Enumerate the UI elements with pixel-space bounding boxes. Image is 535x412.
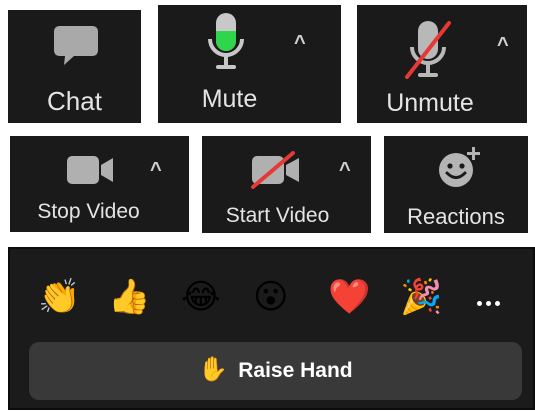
unmute-label: Unmute — [386, 89, 474, 117]
chat-bubble-icon — [54, 26, 98, 65]
smiley-add-icon — [439, 147, 480, 187]
stop-video-button[interactable]: ^ Stop Video — [10, 136, 189, 232]
reactions-label: Reactions — [407, 204, 505, 229]
stop-video-options-caret[interactable]: ^ — [150, 160, 162, 180]
open-mouth-emoji[interactable]: 😮 — [253, 277, 288, 317]
raised-hand-icon: ✋ — [198, 356, 229, 383]
unmute-options-caret[interactable]: ^ — [497, 35, 509, 55]
clapping-hands-emoji[interactable]: 👏 — [38, 277, 80, 317]
reactions-panel: 👏 👍 😂 😮 ❤️ 🎉 ✋ Raise Hand — [8, 247, 535, 410]
chat-button[interactable]: Chat — [8, 10, 141, 123]
mute-button[interactable]: ^ Mute — [158, 5, 341, 123]
mute-label: Mute — [201, 85, 258, 113]
microphone-icon — [208, 13, 244, 69]
stop-video-label: Stop Video — [37, 200, 140, 223]
raise-hand-button[interactable]: ✋ Raise Hand — [29, 342, 522, 400]
thumbs-up-emoji[interactable]: 👍 — [108, 277, 150, 317]
party-popper-emoji[interactable]: 🎉 — [400, 277, 442, 317]
red-heart-emoji[interactable]: ❤️ — [328, 277, 370, 317]
raise-hand-label: Raise Hand — [238, 359, 353, 382]
zoom-controls-screenshot: { "controls": { "chat": { "label": "Chat… — [0, 0, 535, 412]
start-video-options-caret[interactable]: ^ — [339, 160, 351, 180]
unmute-button[interactable]: ^ Unmute — [357, 5, 527, 123]
reactions-button[interactable]: Reactions — [384, 136, 528, 233]
more-horizontal-icon[interactable] — [477, 293, 504, 311]
video-camera-icon — [67, 156, 113, 184]
start-video-button[interactable]: ^ Start Video — [202, 136, 371, 233]
chat-label: Chat — [47, 86, 102, 116]
tears-of-joy-emoji[interactable]: 😂 — [181, 277, 221, 317]
start-video-label: Start Video — [225, 204, 330, 227]
video-camera-off-icon — [251, 151, 299, 189]
mute-options-caret[interactable]: ^ — [294, 33, 306, 53]
microphone-muted-icon — [405, 21, 451, 79]
